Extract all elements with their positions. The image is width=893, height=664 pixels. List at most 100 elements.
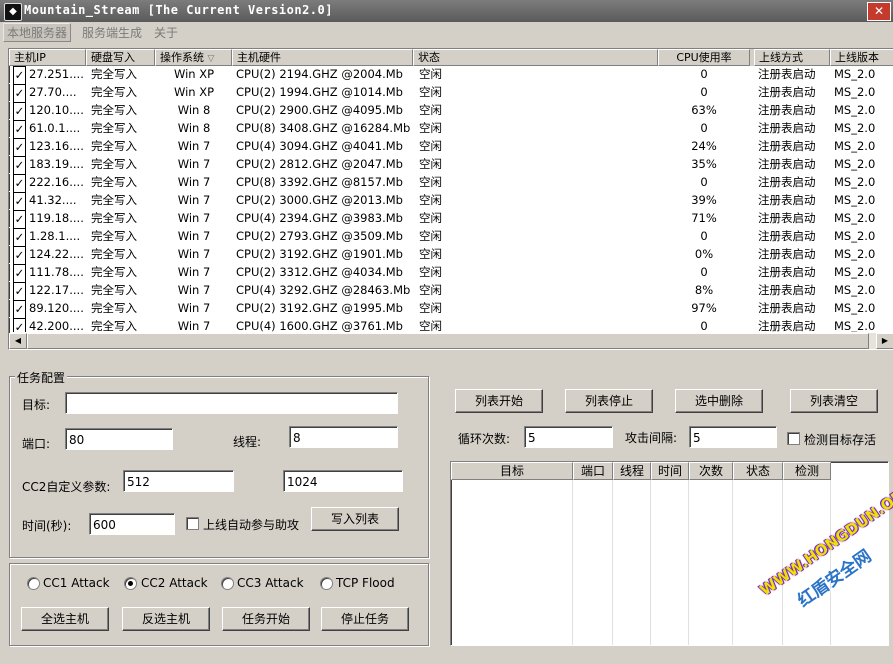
table-row[interactable]: ✓ 27.70.... 完全写入 Win XP CPU(2) 1994.GHZ @101… bbox=[9, 84, 893, 103]
table-row[interactable]: ✓ 124.22.... 完全写入 Win 7 CPU(2) 3192.GHZ @190… bbox=[9, 246, 893, 265]
threads-label: 线程: bbox=[233, 435, 262, 449]
list-clear-button[interactable]: 列表清空 bbox=[790, 389, 878, 413]
row-checkbox[interactable]: ✓ bbox=[13, 174, 26, 193]
cell-cpu: 97% bbox=[691, 301, 717, 315]
cell-method: 注册表启动 bbox=[758, 175, 816, 189]
threads-input[interactable]: 8 bbox=[289, 426, 398, 448]
list-stop-button[interactable]: 列表停止 bbox=[565, 389, 653, 413]
col-time[interactable]: 时间 bbox=[651, 462, 689, 480]
start-task-button[interactable]: 任务开始 bbox=[222, 607, 310, 631]
cc3-attack-radio[interactable] bbox=[221, 577, 234, 590]
tcp-flood-radio[interactable] bbox=[320, 577, 333, 590]
port-input[interactable]: 80 bbox=[65, 428, 173, 450]
menu-local-server[interactable]: 本地服务器 bbox=[3, 23, 72, 42]
cell-method: 注册表启动 bbox=[758, 103, 816, 117]
scroll-right-icon[interactable]: ▶ bbox=[876, 333, 893, 349]
auto-join-checkbox[interactable] bbox=[186, 517, 199, 530]
col-divider bbox=[612, 480, 613, 645]
col-status[interactable]: 状态 bbox=[413, 49, 658, 66]
col-divider bbox=[732, 480, 733, 645]
cell-hw: CPU(2) 2812.GHZ @2047.Mb bbox=[236, 157, 403, 171]
write-list-button[interactable]: 写入列表 bbox=[311, 507, 399, 531]
row-checkbox[interactable]: ✓ bbox=[13, 246, 26, 265]
col-method[interactable]: 上线方式 bbox=[754, 49, 830, 66]
row-checkbox[interactable]: ✓ bbox=[13, 228, 26, 247]
cell-cpu: 0 bbox=[700, 229, 708, 243]
stop-task-button[interactable]: 停止任务 bbox=[321, 607, 409, 631]
row-checkbox[interactable]: ✓ bbox=[13, 138, 26, 157]
row-checkbox[interactable]: ✓ bbox=[13, 264, 26, 283]
detect-alive-checkbox[interactable] bbox=[787, 432, 800, 445]
target-label: 目标: bbox=[22, 398, 51, 412]
cell-disk: 完全写入 bbox=[91, 229, 137, 243]
table-row[interactable]: ✓ 222.16.... 完全写入 Win 7 CPU(8) 3392.GHZ @815… bbox=[9, 174, 893, 193]
table-row[interactable]: ✓ 1.28.1.... 完全写入 Win 7 CPU(2) 2793.GHZ @350… bbox=[9, 228, 893, 247]
table-row[interactable]: ✓ 120.10.... 完全写入 Win 8 CPU(2) 2900.GHZ @409… bbox=[9, 102, 893, 121]
cc2-attack-label: CC2 Attack bbox=[141, 576, 208, 590]
row-checkbox[interactable]: ✓ bbox=[13, 282, 26, 301]
table-row[interactable]: ✓ 123.16.... 完全写入 Win 7 CPU(4) 3094.GHZ @404… bbox=[9, 138, 893, 157]
host-list[interactable]: 主机IP 硬盘写入 操作系统 ▽ 主机硬件 状态 CPU使用率 上线方式 上线版… bbox=[8, 48, 893, 350]
table-row[interactable]: ✓ 41.32.... 完全写入 Win 7 CPU(2) 3000.GHZ @2013… bbox=[9, 192, 893, 211]
col-os[interactable]: 操作系统 ▽ bbox=[155, 49, 232, 66]
cc2-param2-input[interactable]: 1024 bbox=[283, 470, 403, 492]
table-row[interactable]: ✓ 183.19.... 完全写入 Win 7 CPU(2) 2812.GHZ @204… bbox=[9, 156, 893, 175]
row-checkbox[interactable]: ✓ bbox=[13, 66, 26, 85]
col-cpu[interactable]: CPU使用率 bbox=[658, 49, 750, 66]
cell-method: 注册表启动 bbox=[758, 229, 816, 243]
sort-icon: ▽ bbox=[207, 54, 215, 64]
cell-disk: 完全写入 bbox=[91, 67, 137, 81]
table-row[interactable]: ✓ 119.18.... 完全写入 Win 7 CPU(4) 2394.GHZ @398… bbox=[9, 210, 893, 229]
col-target[interactable]: 目标 bbox=[451, 462, 573, 480]
cell-cpu: 0 bbox=[700, 121, 708, 135]
menu-about[interactable]: 关于 bbox=[154, 24, 178, 41]
row-checkbox[interactable]: ✓ bbox=[13, 156, 26, 175]
table-row[interactable]: ✓ 61.0.1.... 完全写入 Win 8 CPU(8) 3408.GHZ @162… bbox=[9, 120, 893, 139]
cc2-param1-input[interactable]: 512 bbox=[123, 470, 234, 492]
table-row[interactable]: ✓ 122.17.... 完全写入 Win 7 CPU(4) 3292.GHZ @284… bbox=[9, 282, 893, 301]
col-threads[interactable]: 线程 bbox=[613, 462, 651, 480]
loop-count-input[interactable]: 5 bbox=[524, 426, 613, 448]
row-checkbox[interactable]: ✓ bbox=[13, 120, 26, 139]
cell-os: Win 7 bbox=[177, 157, 211, 171]
row-checkbox[interactable]: ✓ bbox=[13, 102, 26, 121]
col-host-ip[interactable]: 主机IP bbox=[9, 49, 86, 66]
cell-status: 空闲 bbox=[419, 85, 442, 99]
cell-disk: 完全写入 bbox=[91, 319, 137, 332]
cell-hw: CPU(2) 1994.GHZ @1014.Mb bbox=[236, 85, 403, 99]
row-checkbox[interactable]: ✓ bbox=[13, 318, 26, 332]
time-input[interactable]: 600 bbox=[89, 513, 175, 535]
col-version[interactable]: 上线版本 bbox=[830, 49, 893, 66]
cc2-attack-radio[interactable] bbox=[124, 577, 137, 590]
invert-selection-button[interactable]: 反选主机 bbox=[122, 607, 210, 631]
col-divider bbox=[688, 480, 689, 645]
col-port[interactable]: 端口 bbox=[573, 462, 613, 480]
menu-build-server[interactable]: 服务端生成 bbox=[82, 24, 142, 41]
col-disk-write[interactable]: 硬盘写入 bbox=[86, 49, 155, 66]
select-all-button[interactable]: 全选主机 bbox=[21, 607, 109, 631]
attack-interval-input[interactable]: 5 bbox=[689, 426, 777, 448]
cc1-attack-radio[interactable] bbox=[27, 577, 40, 590]
table-row[interactable]: ✓ 89.120.... 完全写入 Win 7 CPU(2) 3192.GHZ @199… bbox=[9, 300, 893, 319]
table-row[interactable]: ✓ 111.78.... 完全写入 Win 7 CPU(2) 3312.GHZ @403… bbox=[9, 264, 893, 283]
list-start-button[interactable]: 列表开始 bbox=[455, 389, 543, 413]
table-row[interactable]: ✓ 27.251.... 完全写入 Win XP CPU(2) 2194.GHZ @20… bbox=[9, 66, 893, 85]
cell-cpu: 71% bbox=[691, 211, 717, 225]
cell-hw: CPU(4) 3094.GHZ @4041.Mb bbox=[236, 139, 403, 153]
col-detect[interactable]: 检测 bbox=[783, 462, 831, 480]
col-hardware[interactable]: 主机硬件 bbox=[232, 49, 413, 66]
row-checkbox[interactable]: ✓ bbox=[13, 210, 26, 229]
delete-selected-button[interactable]: 选中删除 bbox=[675, 389, 763, 413]
table-row[interactable]: ✓ 42.200.... 完全写入 Win 7 CPU(4) 1600.GHZ @376… bbox=[9, 318, 893, 332]
col-task-status[interactable]: 状态 bbox=[733, 462, 783, 480]
cell-status: 空闲 bbox=[419, 193, 442, 207]
close-button[interactable]: ✕ bbox=[867, 2, 891, 21]
row-checkbox[interactable]: ✓ bbox=[13, 300, 26, 319]
target-input[interactable] bbox=[65, 392, 398, 414]
horizontal-scrollbar[interactable]: ◀ ▶ bbox=[9, 333, 893, 349]
row-checkbox[interactable]: ✓ bbox=[13, 192, 26, 211]
scroll-left-icon[interactable]: ◀ bbox=[9, 333, 27, 349]
scroll-thumb[interactable] bbox=[27, 333, 869, 349]
col-count[interactable]: 次数 bbox=[689, 462, 733, 480]
row-checkbox[interactable]: ✓ bbox=[13, 84, 26, 103]
